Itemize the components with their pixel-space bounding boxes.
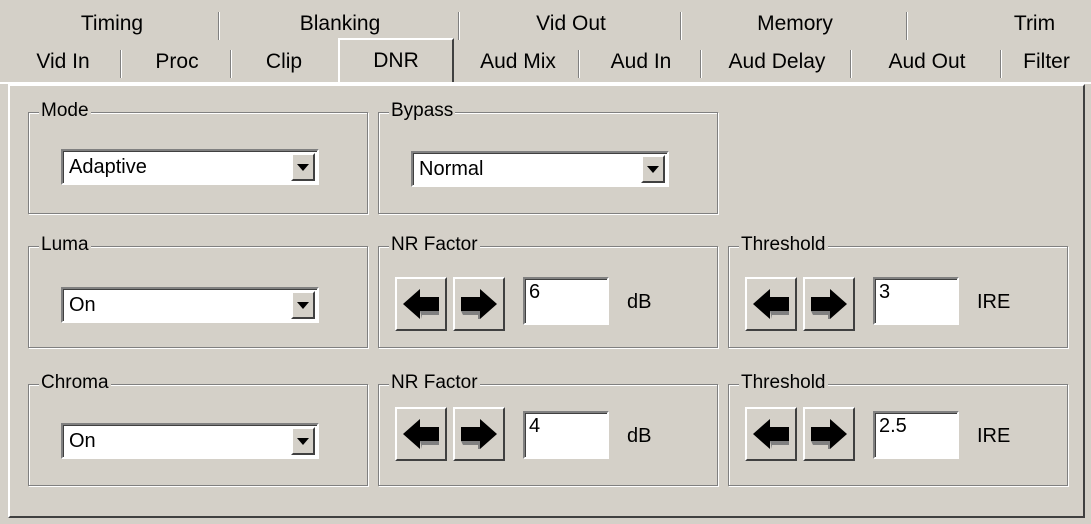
chroma-threshold-increase-button[interactable] bbox=[803, 407, 855, 461]
chroma-nr-decrease-button[interactable] bbox=[395, 407, 447, 461]
left-arrow-icon bbox=[753, 289, 789, 319]
chroma-nr-factor-group: NR Factor 4 dB bbox=[378, 372, 718, 486]
tab-trim[interactable]: Trim bbox=[908, 6, 1091, 42]
left-arrow-icon bbox=[753, 419, 789, 449]
tab-clip[interactable]: Clip bbox=[232, 44, 336, 80]
tab-label: Clip bbox=[265, 50, 303, 73]
chevron-down-icon[interactable] bbox=[291, 427, 315, 455]
chroma-nr-factor-input[interactable]: 4 bbox=[523, 411, 609, 459]
chroma-nr-unit: dB bbox=[627, 425, 652, 447]
luma-label: Luma bbox=[39, 234, 91, 256]
luma-threshold-decrease-button[interactable] bbox=[745, 277, 797, 331]
luma-nr-increase-button[interactable] bbox=[453, 277, 505, 331]
chroma-label: Chroma bbox=[39, 372, 111, 394]
tab-label: Memory bbox=[757, 12, 833, 35]
tab-filter[interactable]: Filter bbox=[1002, 44, 1091, 80]
chroma-dropdown[interactable]: On bbox=[61, 423, 319, 459]
right-arrow-icon bbox=[811, 419, 847, 449]
luma-dropdown[interactable]: On bbox=[61, 287, 319, 323]
nr-factor-label: NR Factor bbox=[389, 234, 480, 256]
luma-group: Luma On bbox=[28, 234, 368, 348]
luma-threshold-group: Threshold 3 IRE bbox=[728, 234, 1068, 348]
mode-label: Mode bbox=[39, 100, 91, 122]
tab-memory[interactable]: Memory bbox=[682, 6, 908, 42]
mode-group: Mode Adaptive bbox=[28, 100, 368, 214]
left-arrow-icon bbox=[403, 289, 439, 319]
chevron-down-icon[interactable] bbox=[291, 291, 315, 319]
luma-threshold-increase-button[interactable] bbox=[803, 277, 855, 331]
tab-aud-out[interactable]: Aud Out bbox=[852, 44, 1002, 80]
luma-nr-factor-input[interactable]: 6 bbox=[523, 277, 609, 325]
tab-proc[interactable]: Proc bbox=[122, 44, 232, 80]
left-arrow-icon bbox=[403, 419, 439, 449]
luma-nr-factor-group: NR Factor 6 dB bbox=[378, 234, 718, 348]
mode-dropdown[interactable]: Adaptive bbox=[61, 149, 319, 185]
chroma-threshold-input[interactable]: 2.5 bbox=[873, 411, 959, 459]
luma-threshold-unit: IRE bbox=[977, 291, 1011, 313]
tab-aud-mix[interactable]: Aud Mix bbox=[456, 44, 580, 80]
nr-factor-label: NR Factor bbox=[389, 372, 480, 394]
tab-label: Aud Out bbox=[888, 50, 966, 73]
chroma-value: On bbox=[69, 430, 96, 452]
right-arrow-icon bbox=[461, 289, 497, 319]
tab-label: Trim bbox=[1013, 12, 1056, 35]
tab-vid-in[interactable]: Vid In bbox=[4, 44, 122, 80]
bypass-value: Normal bbox=[419, 158, 484, 180]
tab-blanking[interactable]: Blanking bbox=[220, 6, 460, 42]
luma-nr-unit: dB bbox=[627, 291, 652, 313]
chroma-threshold-group: Threshold 2.5 IRE bbox=[728, 372, 1068, 486]
tab-label: Filter bbox=[1023, 50, 1070, 73]
tab-vid-out[interactable]: Vid Out bbox=[460, 6, 682, 42]
threshold-label: Threshold bbox=[739, 372, 828, 394]
tab-label: Timing bbox=[80, 12, 144, 35]
mode-value: Adaptive bbox=[69, 156, 147, 178]
tab-timing[interactable]: Timing bbox=[4, 6, 220, 42]
tab-label: Aud Mix bbox=[480, 50, 556, 73]
tab-label: Vid In bbox=[36, 50, 90, 73]
tab-dnr[interactable]: DNR bbox=[338, 38, 454, 82]
tab-aud-delay[interactable]: Aud Delay bbox=[702, 44, 852, 80]
tab-label: Aud Delay bbox=[728, 50, 826, 73]
right-arrow-icon bbox=[811, 289, 847, 319]
chevron-down-icon[interactable] bbox=[291, 153, 315, 181]
chevron-down-icon[interactable] bbox=[641, 155, 665, 183]
chroma-threshold-unit: IRE bbox=[977, 425, 1011, 447]
bypass-group: Bypass Normal bbox=[378, 100, 718, 214]
bypass-label: Bypass bbox=[389, 100, 456, 122]
tab-label: Blanking bbox=[299, 12, 381, 35]
luma-threshold-input[interactable]: 3 bbox=[873, 277, 959, 325]
right-arrow-icon bbox=[461, 419, 497, 449]
tab-aud-in[interactable]: Aud In bbox=[580, 44, 702, 80]
tab-label: Vid Out bbox=[536, 12, 606, 35]
bypass-dropdown[interactable]: Normal bbox=[411, 151, 669, 187]
chroma-nr-increase-button[interactable] bbox=[453, 407, 505, 461]
threshold-label: Threshold bbox=[739, 234, 828, 256]
chroma-threshold-decrease-button[interactable] bbox=[745, 407, 797, 461]
chroma-group: Chroma On bbox=[28, 372, 368, 486]
tab-label: Proc bbox=[155, 50, 199, 73]
tab-label: DNR bbox=[373, 49, 419, 72]
tab-label: Aud In bbox=[610, 50, 672, 73]
luma-nr-decrease-button[interactable] bbox=[395, 277, 447, 331]
luma-value: On bbox=[69, 294, 96, 316]
